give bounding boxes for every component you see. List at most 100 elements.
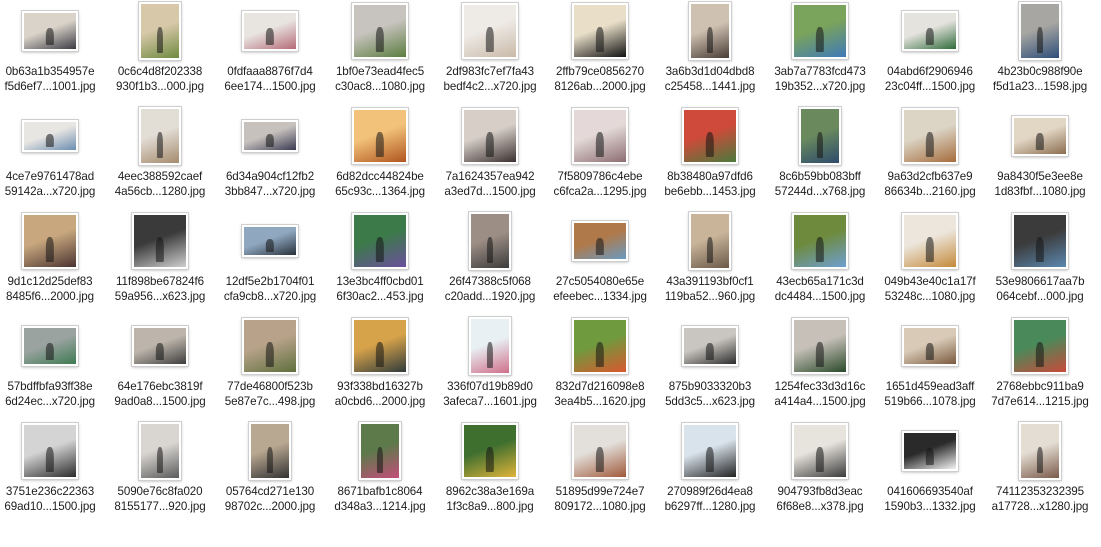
file-item[interactable]: 51895d99e724e7 809172...1080.jpg [545, 418, 655, 523]
file-name[interactable]: 336f07d19b89d0 3afeca7...1601.jpg [437, 379, 543, 409]
file-item[interactable]: 6d34a904cf12fb2 3bb847...x720.jpg [215, 103, 325, 208]
file-name[interactable]: 04abd6f2906946 23c04ff...1500.jpg [877, 64, 983, 94]
image-thumbnail[interactable] [249, 422, 291, 480]
image-thumbnail[interactable] [1019, 2, 1061, 60]
file-item[interactable]: 57bdffbfa93ff38e 6d24ec...x720.jpg [0, 313, 105, 418]
image-thumbnail[interactable] [902, 431, 958, 471]
image-thumbnail[interactable] [792, 423, 848, 479]
file-name[interactable]: 832d7d216098e8 3ea4b5...1620.jpg [547, 379, 653, 409]
image-thumbnail[interactable] [1019, 422, 1061, 480]
image-thumbnail[interactable] [902, 326, 958, 366]
file-item[interactable]: 7f5809786c4ebe c6fca2a...1295.jpg [545, 103, 655, 208]
file-name[interactable]: 2df983fc7ef7fa43 bedf4c2...x720.jpg [437, 64, 543, 94]
file-item[interactable]: 0fdfaaa8876f7d4 6ee174...1500.jpg [215, 0, 325, 103]
file-item[interactable]: 43ecb65a171c3d dc4484...1500.jpg [765, 208, 875, 313]
file-item[interactable]: 05764cd271e130 98702c...2000.jpg [215, 418, 325, 523]
file-item[interactable]: 1bf0e73ead4fec5 c30ac8...1080.jpg [325, 0, 435, 103]
image-thumbnail[interactable] [22, 11, 78, 51]
image-thumbnail[interactable] [139, 107, 181, 165]
file-name[interactable]: 4b23b0c988f90e f5d1a23...1598.jpg [987, 64, 1093, 94]
image-thumbnail[interactable] [462, 423, 518, 479]
file-item[interactable]: 43a391193bf0cf1 119ba52...960.jpg [655, 208, 765, 313]
file-name[interactable]: 74112353232395 a17728...x1280.jpg [987, 484, 1093, 514]
file-item[interactable]: 4b23b0c988f90e f5d1a23...1598.jpg [985, 0, 1095, 103]
file-name[interactable]: 6d82dcc44824be 65c93c...1364.jpg [327, 169, 433, 199]
file-name[interactable]: 041606693540af 1590b3...1332.jpg [877, 484, 983, 514]
image-thumbnail[interactable] [242, 11, 298, 51]
file-item[interactable]: 2ffb79ce0856270 8126ab...2000.jpg [545, 0, 655, 103]
file-name[interactable]: 8b38480a97dfd6 be6ebb...1453.jpg [657, 169, 763, 199]
file-name[interactable]: 43a391193bf0cf1 119ba52...960.jpg [657, 274, 763, 304]
image-thumbnail[interactable] [682, 423, 738, 479]
file-item[interactable]: 904793fb8d3eac 6f68e8...x378.jpg [765, 418, 875, 523]
file-item[interactable]: 8b38480a97dfd6 be6ebb...1453.jpg [655, 103, 765, 208]
image-thumbnail[interactable] [689, 212, 731, 270]
file-item[interactable]: 4eec388592caef 4a56cb...1280.jpg [105, 103, 215, 208]
file-item[interactable]: 64e176ebc3819f 9ad0a8...1500.jpg [105, 313, 215, 418]
file-name[interactable]: 6d34a904cf12fb2 3bb847...x720.jpg [217, 169, 323, 199]
file-item[interactable]: 7a1624357ea942 a3ed7d...1500.jpg [435, 103, 545, 208]
file-name[interactable]: 26f47388c5f068 c20add...1920.jpg [437, 274, 543, 304]
image-thumbnail[interactable] [352, 108, 408, 164]
image-thumbnail[interactable] [682, 326, 738, 366]
file-name[interactable]: 57bdffbfa93ff38e 6d24ec...x720.jpg [0, 379, 103, 409]
file-item[interactable]: 4ce7e9761478ad 59142a...x720.jpg [0, 103, 105, 208]
image-thumbnail[interactable] [352, 318, 408, 374]
image-thumbnail[interactable] [572, 318, 628, 374]
file-item[interactable]: 041606693540af 1590b3...1332.jpg [875, 418, 985, 523]
file-item[interactable]: 9a8430f5e3ee8e 1d83fbf...1080.jpg [985, 103, 1095, 208]
image-thumbnail[interactable] [132, 326, 188, 366]
image-thumbnail[interactable] [462, 3, 518, 59]
image-thumbnail[interactable] [359, 422, 401, 480]
file-item[interactable]: 6d82dcc44824be 65c93c...1364.jpg [325, 103, 435, 208]
file-name[interactable]: 13e3bc4ff0cbd01 6f30ac2...453.jpg [327, 274, 433, 304]
file-name[interactable]: 0fdfaaa8876f7d4 6ee174...1500.jpg [217, 64, 323, 94]
file-item[interactable]: 5090e76c8fa020 8155177...920.jpg [105, 418, 215, 523]
file-name[interactable]: 3751e236c22363 69ad10...1500.jpg [0, 484, 103, 514]
file-name[interactable]: 27c5054080e65e efeebec...1334.jpg [547, 274, 653, 304]
image-thumbnail[interactable] [792, 318, 848, 374]
image-thumbnail[interactable] [1012, 213, 1068, 269]
image-thumbnail[interactable] [799, 107, 841, 165]
file-name[interactable]: 270989f26d4ea8 b6297ff...1280.jpg [657, 484, 763, 514]
file-name[interactable]: 0c6c4d8f202338 930f1b3...000.jpg [107, 64, 213, 94]
file-name[interactable]: 7a1624357ea942 a3ed7d...1500.jpg [437, 169, 543, 199]
file-name[interactable]: 049b43e40c1a17f 53248c...1080.jpg [877, 274, 983, 304]
file-item[interactable]: 1651d459ead3aff 519b66...1078.jpg [875, 313, 985, 418]
image-thumbnail[interactable] [572, 3, 628, 59]
file-name[interactable]: 5090e76c8fa020 8155177...920.jpg [107, 484, 213, 514]
file-item[interactable]: 12df5e2b1704f01 cfa9cb8...x720.jpg [215, 208, 325, 313]
file-item[interactable]: 270989f26d4ea8 b6297ff...1280.jpg [655, 418, 765, 523]
file-name[interactable]: 77de46800f523b 5e87e7c...498.jpg [217, 379, 323, 409]
image-thumbnail[interactable] [902, 213, 958, 269]
file-name[interactable]: 4ce7e9761478ad 59142a...x720.jpg [0, 169, 103, 199]
file-item[interactable]: 0c6c4d8f202338 930f1b3...000.jpg [105, 0, 215, 103]
image-thumbnail[interactable] [572, 221, 628, 261]
file-name[interactable]: 93f338bd16327b a0cbd6...2000.jpg [327, 379, 433, 409]
image-thumbnail[interactable] [1012, 116, 1068, 156]
file-name[interactable]: 8671bafb1c8064 d348a3...1214.jpg [327, 484, 433, 514]
file-name[interactable]: 1651d459ead3aff 519b66...1078.jpg [877, 379, 983, 409]
file-item[interactable]: 26f47388c5f068 c20add...1920.jpg [435, 208, 545, 313]
file-name[interactable]: 904793fb8d3eac 6f68e8...x378.jpg [767, 484, 873, 514]
image-thumbnail[interactable] [572, 108, 628, 164]
file-name[interactable]: 9a8430f5e3ee8e 1d83fbf...1080.jpg [987, 169, 1093, 199]
file-name[interactable]: 7f5809786c4ebe c6fca2a...1295.jpg [547, 169, 653, 199]
image-thumbnail[interactable] [242, 120, 298, 152]
image-thumbnail[interactable] [682, 108, 738, 164]
image-thumbnail[interactable] [792, 3, 848, 59]
image-thumbnail[interactable] [572, 423, 628, 479]
file-item[interactable]: 77de46800f523b 5e87e7c...498.jpg [215, 313, 325, 418]
image-thumbnail[interactable] [22, 423, 78, 479]
file-item[interactable]: 3ab7a7783fcd473 19b352...x720.jpg [765, 0, 875, 103]
file-item[interactable]: 74112353232395 a17728...x1280.jpg [985, 418, 1095, 523]
file-name[interactable]: 1254fec33d3d16c a414a4...1500.jpg [767, 379, 873, 409]
image-thumbnail[interactable] [132, 213, 188, 269]
file-item[interactable]: 8671bafb1c8064 d348a3...1214.jpg [325, 418, 435, 523]
file-name[interactable]: 3ab7a7783fcd473 19b352...x720.jpg [767, 64, 873, 94]
file-name[interactable]: 12df5e2b1704f01 cfa9cb8...x720.jpg [217, 274, 323, 304]
image-thumbnail[interactable] [902, 108, 958, 164]
file-item[interactable]: 2df983fc7ef7fa43 bedf4c2...x720.jpg [435, 0, 545, 103]
file-item[interactable]: 9a63d2cfb637e9 86634b...2160.jpg [875, 103, 985, 208]
image-thumbnail[interactable] [22, 120, 78, 152]
